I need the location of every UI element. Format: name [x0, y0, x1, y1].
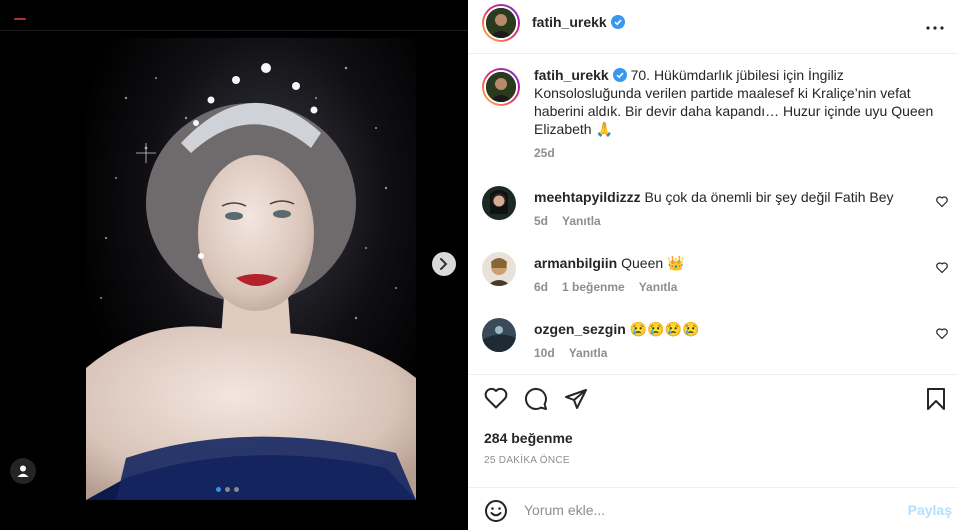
paper-plane-icon: [565, 389, 587, 409]
verified-badge-icon: [610, 15, 625, 29]
comment-likes-count[interactable]: 1 beğenme: [562, 280, 625, 294]
comment-icon: [524, 387, 547, 410]
comment-composer: Paylaş: [468, 487, 958, 530]
author-username[interactable]: fatih_urekk: [532, 14, 625, 30]
comment-time[interactable]: 6d: [534, 280, 548, 294]
post-image: [86, 38, 416, 500]
save-button[interactable]: [926, 387, 946, 416]
carousel-dot: [225, 487, 230, 492]
user-icon: [17, 465, 29, 477]
author-username-text[interactable]: fatih_urekk: [532, 14, 607, 30]
comment-like-button[interactable]: [936, 326, 948, 344]
reply-button[interactable]: Yanıtla: [569, 346, 608, 360]
comment-meta: 6d 1 beğenme Yanıtla: [534, 280, 948, 294]
action-icon-row: [482, 387, 946, 416]
comment-item: armanbilgiin Queen 👑 6d 1 beğenme Yanıtl…: [482, 252, 948, 294]
media-top-indicator: [14, 18, 26, 20]
heart-icon: [936, 328, 948, 340]
heart-icon: [936, 196, 948, 208]
likes-count[interactable]: 284 beğenme: [484, 430, 573, 446]
media-divider: [0, 30, 468, 31]
share-button[interactable]: [564, 387, 588, 416]
comment-item: meehtapyildizzz Bu çok da önemli bir şey…: [482, 186, 948, 228]
comment-text: 😢😢😢😢: [629, 321, 700, 337]
comment-avatar[interactable]: [482, 318, 516, 352]
comment-like-button[interactable]: [936, 194, 948, 212]
post-comment-button[interactable]: Paylaş: [908, 502, 952, 518]
post-actions: 284 beğenme 25 DAKİKA ÖNCE Paylaş: [468, 374, 958, 530]
smiley-icon: [485, 500, 507, 522]
author-avatar-image: [484, 6, 518, 40]
more-options-button[interactable]: [926, 14, 944, 35]
comment-text-block: ozgen_sezgin 😢😢😢😢: [534, 318, 948, 338]
like-button[interactable]: [484, 387, 508, 414]
comment-username[interactable]: meehtapyildizzz: [534, 189, 641, 205]
comment-button[interactable]: [524, 387, 548, 416]
caption-text-block: fatih_urekk 70. Hükümdarlık jübilesi içi…: [534, 66, 948, 138]
post-details: fatih_urekk fatih_urekk 70. Hükümdarlık …: [468, 0, 958, 530]
comment-username[interactable]: ozgen_sezgin: [534, 321, 626, 337]
reply-button[interactable]: Yanıtla: [562, 214, 601, 228]
comment-input[interactable]: [524, 499, 884, 521]
post-header: fatih_urekk: [468, 0, 958, 54]
comment-username[interactable]: armanbilgiin: [534, 255, 617, 271]
comment-text: Queen 👑: [621, 255, 685, 271]
more-horizontal-icon: [926, 26, 944, 30]
carousel-dot: [216, 487, 221, 492]
comment-text-block: armanbilgiin Queen 👑: [534, 252, 948, 272]
author-avatar[interactable]: [482, 4, 520, 42]
comment-avatar[interactable]: [482, 186, 516, 220]
carousel-indicator: [216, 487, 239, 492]
comment-time[interactable]: 10d: [534, 346, 555, 360]
next-image-button[interactable]: [432, 252, 456, 276]
comment-item: ozgen_sezgin 😢😢😢😢 10d Yanıtla: [482, 318, 948, 360]
bookmark-icon: [927, 388, 945, 410]
caption-author-avatar-image: [484, 70, 518, 104]
verified-badge-icon: [612, 68, 627, 82]
caption-username[interactable]: fatih_urekk: [534, 67, 609, 83]
carousel-dot: [234, 487, 239, 492]
post-caption: fatih_urekk 70. Hükümdarlık jübilesi içi…: [482, 66, 948, 160]
emoji-button[interactable]: [484, 499, 508, 528]
caption-time[interactable]: 25d: [534, 146, 948, 160]
comment-text-block: meehtapyildizzz Bu çok da önemli bir şey…: [534, 186, 948, 206]
comments-section: fatih_urekk 70. Hükümdarlık jübilesi içi…: [468, 54, 958, 374]
post-timestamp[interactable]: 25 DAKİKA ÖNCE: [484, 455, 570, 466]
heart-icon: [484, 387, 508, 409]
comment-avatar[interactable]: [482, 252, 516, 286]
tagged-users-button[interactable]: [10, 458, 36, 484]
chevron-right-icon: [440, 258, 448, 270]
heart-icon: [936, 262, 948, 274]
comment-like-button[interactable]: [936, 260, 948, 278]
comment-meta: 10d Yanıtla: [534, 346, 948, 360]
post-media: [0, 0, 468, 530]
reply-button[interactable]: Yanıtla: [639, 280, 678, 294]
comment-meta: 5d Yanıtla: [534, 214, 948, 228]
comment-text: Bu çok da önemli bir şey değil Fatih Bey: [644, 189, 894, 205]
caption-author-avatar[interactable]: [482, 68, 520, 106]
comment-time[interactable]: 5d: [534, 214, 548, 228]
